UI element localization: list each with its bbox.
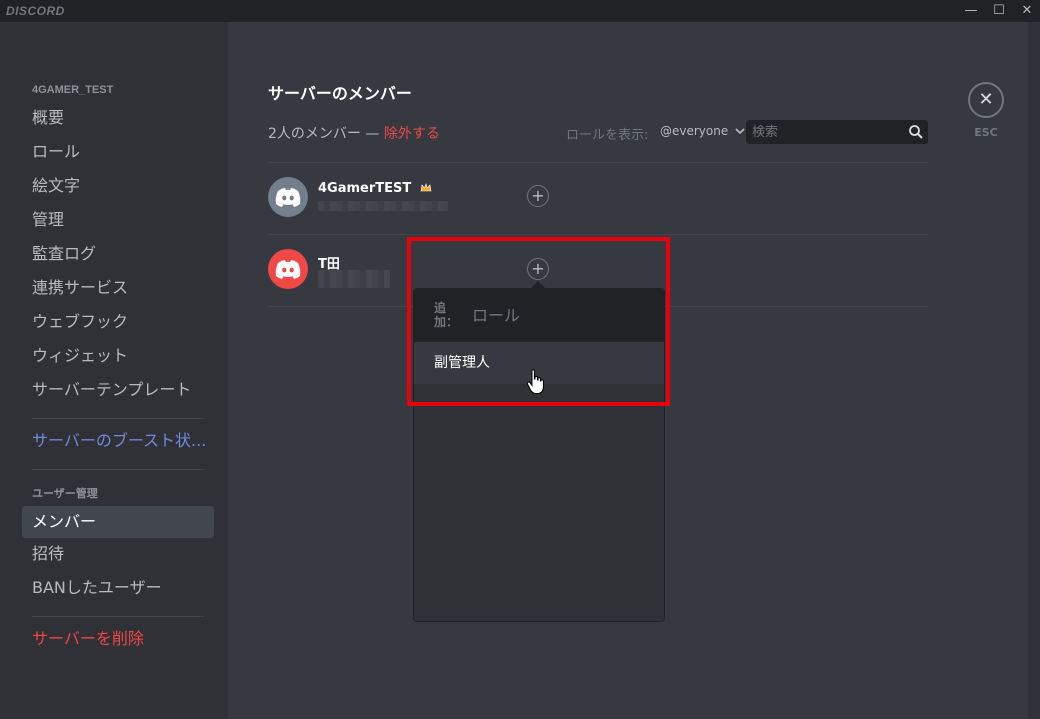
prune-link[interactable]: 除外する bbox=[384, 126, 440, 142]
member-search bbox=[746, 120, 928, 144]
minimize-button[interactable]: — bbox=[958, 0, 984, 22]
sidebar-item-overview[interactable]: 概要 bbox=[22, 102, 214, 134]
maximize-button[interactable]: ☐ bbox=[986, 0, 1012, 22]
member-name[interactable]: 4GamerTEST bbox=[318, 181, 432, 197]
sidebar-item-webhooks[interactable]: ウェブフック bbox=[22, 306, 214, 338]
avatar[interactable] bbox=[268, 177, 308, 217]
sidebar-item-invites[interactable]: 招待 bbox=[22, 538, 214, 570]
member-tag-redacted bbox=[318, 201, 448, 211]
sidebar-item-moderation[interactable]: 管理 bbox=[22, 204, 214, 236]
crown-icon bbox=[420, 182, 432, 197]
esc-label: ESC bbox=[974, 126, 998, 139]
member-count: 2人のメンバー bbox=[268, 126, 361, 142]
sidebar-divider bbox=[32, 616, 204, 617]
sidebar-item-widget[interactable]: ウィジェット bbox=[22, 340, 214, 372]
window-close-button[interactable]: ✕ bbox=[1014, 0, 1040, 22]
sidebar-item-server-boost[interactable]: サーバーのブースト状... bbox=[22, 425, 214, 457]
sidebar-divider bbox=[32, 418, 204, 419]
window-titlebar: DISCORD — ☐ ✕ bbox=[0, 0, 1040, 22]
search-icon bbox=[908, 124, 924, 140]
sidebar-item-delete-server[interactable]: サーバーを削除 bbox=[22, 623, 214, 655]
sidebar-item-integrations[interactable]: 連携サービス bbox=[22, 272, 214, 304]
sidebar-item-server-template[interactable]: サーバーテンプレート bbox=[22, 374, 214, 406]
role-filter-label: ロールを表示: bbox=[566, 128, 649, 143]
sidebar-item-audit-log[interactable]: 監査ログ bbox=[22, 238, 214, 270]
page-title: サーバーのメンバー bbox=[268, 84, 412, 103]
sidebar-item-bans[interactable]: BANしたユーザー bbox=[22, 572, 214, 604]
add-role-button[interactable]: + bbox=[527, 185, 549, 207]
discord-logo-icon bbox=[268, 188, 308, 221]
role-filter-dropdown[interactable]: @everyone bbox=[660, 124, 745, 138]
sidebar-divider bbox=[32, 469, 204, 470]
member-tag-redacted bbox=[318, 270, 390, 288]
hand-cursor-icon bbox=[526, 369, 546, 395]
discord-logo-icon bbox=[268, 260, 308, 293]
count-separator: — bbox=[360, 126, 384, 142]
app-brand: DISCORD bbox=[6, 4, 65, 18]
chevron-down-icon bbox=[735, 124, 745, 138]
server-name-header: 4GAMER_TEST bbox=[32, 84, 114, 96]
divider bbox=[268, 234, 928, 235]
member-name-text: 4GamerTEST bbox=[318, 181, 412, 196]
divider bbox=[268, 162, 928, 163]
avatar[interactable] bbox=[268, 249, 308, 289]
member-count-line: 2人のメンバー — 除外する bbox=[268, 123, 440, 143]
close-settings-button[interactable]: ✕ bbox=[968, 82, 1004, 118]
scrollbar-track[interactable] bbox=[1028, 22, 1040, 719]
user-management-header: ユーザー管理 bbox=[32, 488, 98, 500]
search-input[interactable] bbox=[752, 123, 902, 141]
role-filter-value: @everyone bbox=[660, 124, 729, 138]
sidebar-item-members[interactable]: メンバー bbox=[22, 506, 214, 538]
sidebar-item-roles[interactable]: ロール bbox=[22, 136, 214, 168]
sidebar-item-emoji[interactable]: 絵文字 bbox=[22, 170, 214, 202]
